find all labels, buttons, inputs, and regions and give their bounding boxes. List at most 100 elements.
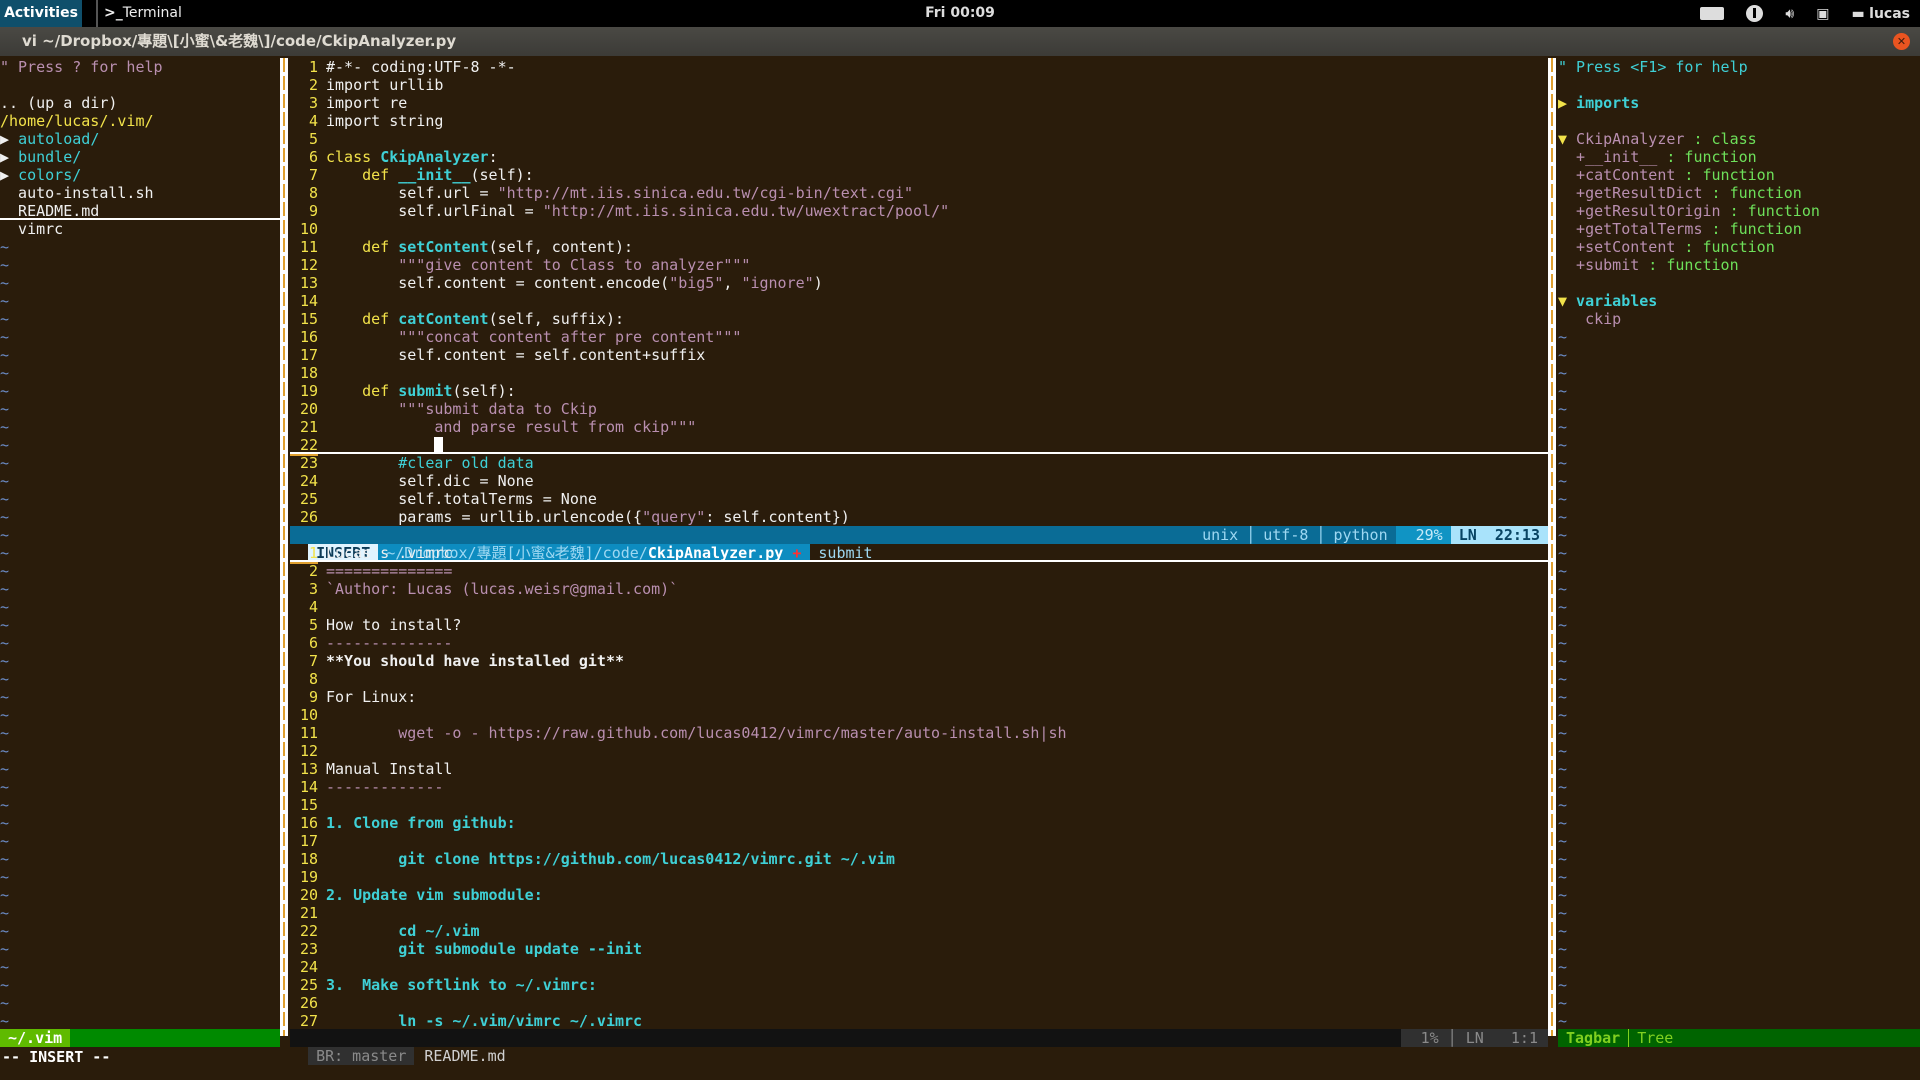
empty-line-marker: ~ <box>0 796 10 814</box>
accessibility-icon[interactable] <box>1746 5 1764 22</box>
empty-line-marker: ~ <box>1558 346 1568 364</box>
definition-name: CkipAnalyzer <box>380 148 489 166</box>
code-line: 4 <box>290 598 1548 616</box>
tree-entry[interactable]: README.md <box>0 202 280 220</box>
editor-readme[interactable]: 1 Lucas's .vimrc 2 ============== 3 `Author: … <box>290 544 1548 1030</box>
line-number: 2 <box>308 562 318 580</box>
markdown-text: Manual Install <box>326 760 453 778</box>
tag-name: +__init__ <box>1558 148 1658 166</box>
code-line: 20 """submit data to Ckip <box>290 400 1548 418</box>
tag-item[interactable]: +submit : function <box>1558 256 1920 274</box>
tag-group-header[interactable]: ▼ variables <box>1558 292 1920 310</box>
tree-entry[interactable]: ▶ autoload/ <box>0 130 280 148</box>
scroll-percent: 29% <box>1395 526 1451 544</box>
empty-line-marker: ~ <box>0 832 10 850</box>
nerdtree-pane[interactable]: " Press ? for help .. (up a dir) /home/l… <box>0 58 280 1036</box>
tag-group-name: variables <box>1567 292 1658 310</box>
markdown-text: Lucas's .vimrc <box>326 544 453 562</box>
line-number: 19 <box>299 868 318 886</box>
code-line: 2 import urllib <box>290 76 1548 94</box>
code-line: 17 self.content = self.content+suffix <box>290 346 1548 364</box>
markdown-text: ln -s ~/.vim/vimrc ~/.vimrc <box>326 1012 643 1030</box>
empty-line-marker: ~ <box>1558 328 1568 346</box>
line-number: 13 <box>299 274 318 292</box>
code-text: import re <box>326 94 408 112</box>
tree-entry[interactable]: ▶ bundle/ <box>0 148 280 166</box>
code-line: 10 <box>290 220 1548 238</box>
volume-icon[interactable]: 🔊︎ <box>1785 6 1794 22</box>
up-dir[interactable]: .. (up a dir) <box>0 94 280 112</box>
code-line: 11 def setContent(self, content): <box>290 238 1548 256</box>
code-text: (self): <box>452 382 516 400</box>
keyboard-icon[interactable] <box>1700 7 1725 20</box>
line-number: 25 <box>299 976 318 994</box>
tag-group-name: imports <box>1567 94 1640 112</box>
clock[interactable]: Fri 00:09 <box>0 0 1920 27</box>
line-number: 21 <box>299 418 318 436</box>
tag-name: ckip <box>1558 310 1622 328</box>
code-line: 13 self.content = content.encode("big5",… <box>290 274 1548 292</box>
activities-button[interactable]: Activities <box>0 0 82 27</box>
tag-item[interactable]: +__init__ : function <box>1558 148 1920 166</box>
tagbar-label: Tagbar <box>1566 1029 1621 1047</box>
line-number: 11 <box>299 724 318 742</box>
dir-name: bundle <box>18 148 73 166</box>
tree-entry[interactable]: vimrc <box>0 220 280 238</box>
markdown-text: `Author: Lucas (lucas.weisr@gmail.com)` <box>326 580 679 598</box>
code-line: 22 cd ~/.vim <box>290 922 1548 940</box>
tree-entry[interactable]: ▶ colors/ <box>0 166 280 184</box>
empty-line-marker: ~ <box>0 382 10 400</box>
empty-line-marker: ~ <box>1558 922 1568 940</box>
tag-group-header[interactable]: ▶ imports <box>1558 94 1920 112</box>
empty-line-marker: ~ <box>1558 400 1568 418</box>
code-text: ) <box>813 274 823 292</box>
line-number: 23 <box>299 940 318 958</box>
code-text: : <box>488 148 498 166</box>
line-number: 11 <box>299 238 318 256</box>
empty-line-marker: ~ <box>0 958 10 976</box>
vertical-split-divider[interactable] <box>1548 58 1556 1036</box>
code-line: 23 git submodule update --init <box>290 940 1548 958</box>
vertical-split-divider[interactable] <box>280 58 288 1036</box>
tree-entry[interactable]: auto-install.sh <box>0 184 280 202</box>
string-literal: """submit data to Ckip <box>398 400 597 418</box>
empty-line-marker: ~ <box>0 760 10 778</box>
code-line: 14 <box>290 292 1548 310</box>
markdown-text: For Linux: <box>326 688 417 706</box>
editor-ckipanalyzer[interactable]: 1 #-*- coding:UTF-8 -*- 2 import urllib 3 imp… <box>290 58 1548 526</box>
tag-item[interactable]: ckip <box>1558 310 1920 328</box>
tag-item[interactable]: +getResultOrigin : function <box>1558 202 1920 220</box>
empty-line-marker: ~ <box>0 472 10 490</box>
tag-item[interactable]: +setContent : function <box>1558 238 1920 256</box>
command-line[interactable]: -- INSERT -- <box>0 1047 1920 1067</box>
user-menu[interactable]: ▬ lucas <box>1851 6 1910 22</box>
app-menu-terminal[interactable]: >_Terminal <box>96 0 192 27</box>
tag-item[interactable]: +getTotalTerms : function <box>1558 220 1920 238</box>
code-text: params = urllib.urlencode({ <box>398 508 643 526</box>
empty-line-marker: ~ <box>0 688 10 706</box>
empty-line-marker: ~ <box>1558 724 1568 742</box>
tag-kind: : function <box>1702 220 1802 238</box>
string-literal: and parse result from ckip""" <box>434 418 697 436</box>
line-number: 20 <box>299 886 318 904</box>
tag-group-header[interactable]: ▼ CkipAnalyzer : class <box>1558 130 1920 148</box>
code-text: : self.content}) <box>705 508 850 526</box>
tree-root[interactable]: /home/lucas/.vim/ <box>0 112 280 130</box>
code-line: 6 -------------- <box>290 634 1548 652</box>
tag-item[interactable]: +getResultDict : function <box>1558 184 1920 202</box>
network-icon[interactable]: ▣ <box>1816 6 1829 22</box>
tag-item[interactable]: +catContent : function <box>1558 166 1920 184</box>
code-line: 7 def __init__(self): <box>290 166 1548 184</box>
line-number: 4 <box>308 112 318 130</box>
keyword: def <box>362 382 399 400</box>
code-text: self.dic = None <box>398 472 534 490</box>
empty-line-marker: ~ <box>1558 850 1568 868</box>
string-literal: """give content to Class to analyzer""" <box>398 256 751 274</box>
code-line: 6 class CkipAnalyzer: <box>290 148 1548 166</box>
dir-slash: / <box>90 130 100 148</box>
code-line: 13 Manual Install <box>290 760 1548 778</box>
close-icon[interactable]: ✕ <box>1893 33 1910 50</box>
tagbar-pane[interactable]: " Press <F1> for help ▶ imports ▼ CkipAna… <box>1558 58 1920 1036</box>
string-literal: "http://mt.iis.sinica.edu.tw/uwextract/p… <box>542 202 950 220</box>
code-text: self.url = <box>398 184 498 202</box>
